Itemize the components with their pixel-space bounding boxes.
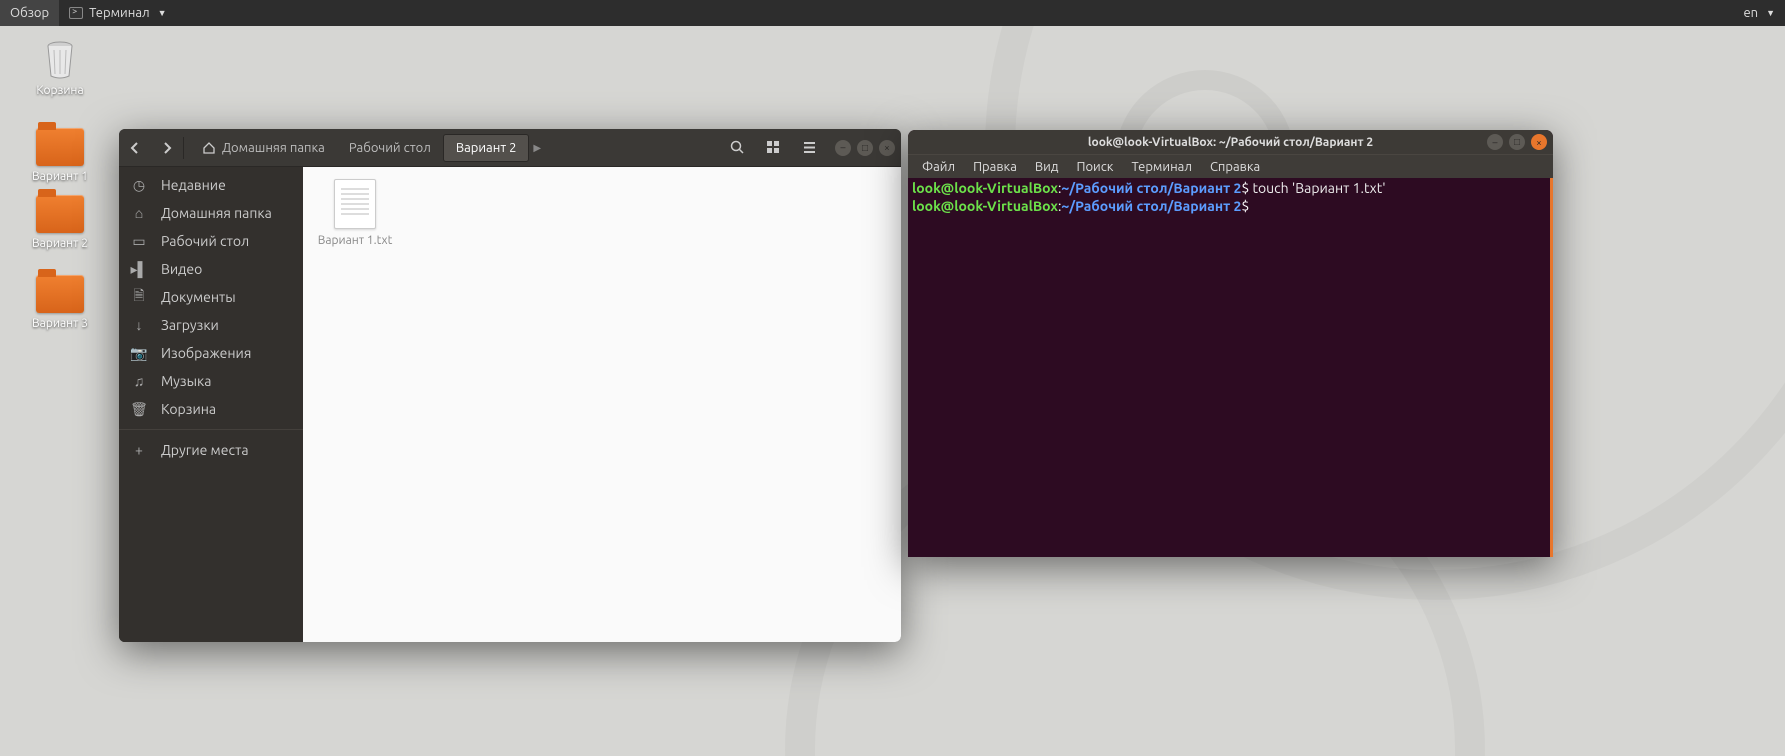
chevron-down-icon: ▼ <box>158 8 167 18</box>
text-file-icon <box>334 179 376 229</box>
view-toggle-button[interactable] <box>755 134 791 162</box>
file-item[interactable]: Вариант 1.txt <box>315 179 395 248</box>
terminal-app-button[interactable]: Терминал ▼ <box>59 0 176 26</box>
close-button[interactable]: × <box>879 140 895 156</box>
trash-icon <box>42 40 78 80</box>
chevron-down-icon: ▼ <box>1766 8 1775 18</box>
sidebar-item-label: Изображения <box>161 345 251 361</box>
desktop-icon-trash[interactable]: Корзина <box>15 40 105 97</box>
nav-back-button[interactable] <box>119 129 151 166</box>
menu-button[interactable] <box>791 134 827 162</box>
terminal-menubar: Файл Правка Вид Поиск Терминал Справка <box>908 154 1553 178</box>
sidebar-item-other-places[interactable]: + Другие места <box>119 436 303 464</box>
sidebar-item-home[interactable]: ⌂ Домашняя папка <box>119 199 303 227</box>
search-button[interactable] <box>719 134 755 162</box>
sidebar-item-desktop[interactable]: ▭ Рабочий стол <box>119 227 303 255</box>
sidebar-item-downloads[interactable]: ↓ Загрузки <box>119 311 303 339</box>
app-label: Терминал <box>89 6 149 20</box>
video-icon: ▸▌ <box>131 261 147 278</box>
sidebar-item-label: Недавние <box>161 177 226 193</box>
folder-icon <box>36 195 84 233</box>
divider <box>119 429 303 430</box>
breadcrumb-label: Вариант 2 <box>456 141 517 155</box>
download-icon: ↓ <box>131 317 147 333</box>
sidebar-item-label: Домашняя папка <box>161 205 272 221</box>
desktop-icon-folder-3[interactable]: Вариант 3 <box>15 275 105 330</box>
terminal-titlebar[interactable]: look@look-VirtualBox: ~/Рабочий стол/Вар… <box>908 130 1553 154</box>
files-sidebar: ◷Недавние ⌂Домашняя папка ▭Рабочий стол … <box>119 167 303 642</box>
clock-icon: ◷ <box>131 177 147 194</box>
nav-forward-button[interactable] <box>151 129 183 166</box>
trash-icon: 🗑 <box>131 401 147 418</box>
maximize-button[interactable]: □ <box>857 140 873 156</box>
sidebar-item-label: Музыка <box>161 373 211 389</box>
menu-search[interactable]: Поиск <box>1068 158 1121 176</box>
file-label: Вариант 1.txt <box>315 233 395 248</box>
minimize-button[interactable]: – <box>835 140 851 156</box>
desktop-icon-label: Вариант 1 <box>15 170 105 183</box>
close-button[interactable]: × <box>1531 134 1547 150</box>
terminal-title: look@look-VirtualBox: ~/Рабочий стол/Вар… <box>908 136 1553 149</box>
language-label: en <box>1743 6 1758 20</box>
menu-terminal[interactable]: Терминал <box>1123 158 1199 176</box>
desktop-icon: ▭ <box>131 233 147 250</box>
sidebar-item-trash[interactable]: 🗑 Корзина <box>119 395 303 423</box>
sidebar-item-videos[interactable]: ▸▌ Видео <box>119 255 303 283</box>
home-icon: ⌂ <box>131 205 147 221</box>
minimize-button[interactable]: – <box>1487 134 1503 150</box>
breadcrumb-item-current[interactable]: Вариант 2 <box>443 134 530 162</box>
menu-help[interactable]: Справка <box>1202 158 1268 176</box>
top-panel: Обзор Терминал ▼ en ▼ <box>0 0 1785 26</box>
sidebar-item-label: Загрузки <box>161 317 219 333</box>
files-window: Домашняя папка Рабочий стол Вариант 2 ▶ <box>119 129 901 642</box>
document-icon: 🗎 <box>131 285 147 309</box>
desktop-icon-folder-1[interactable]: Вариант 1 <box>15 128 105 183</box>
terminal-line: look@look-VirtualBox:~/Рабочий стол/Вари… <box>912 180 1546 198</box>
breadcrumb-item[interactable]: Рабочий стол <box>337 134 443 162</box>
plus-icon: + <box>131 442 147 458</box>
home-icon <box>202 141 216 155</box>
desktop-icon-label: Вариант 3 <box>15 317 105 330</box>
sidebar-item-label: Другие места <box>161 442 249 458</box>
breadcrumb: Домашняя папка Рабочий стол Вариант 2 ▶ <box>190 129 545 166</box>
divider <box>183 137 184 159</box>
overview-label: Обзор <box>10 6 49 20</box>
terminal-line: look@look-VirtualBox:~/Рабочий стол/Вари… <box>912 198 1546 216</box>
sidebar-item-label: Документы <box>161 289 236 305</box>
camera-icon: 📷 <box>131 345 147 362</box>
overview-button[interactable]: Обзор <box>0 0 59 26</box>
sidebar-item-music[interactable]: ♫ Музыка <box>119 367 303 395</box>
chevron-right-icon: ▶ <box>529 142 545 154</box>
terminal-body[interactable]: look@look-VirtualBox:~/Рабочий стол/Вари… <box>908 178 1553 557</box>
sidebar-item-recent[interactable]: ◷ Недавние <box>119 171 303 199</box>
folder-icon <box>36 275 84 313</box>
sidebar-item-label: Корзина <box>161 401 216 417</box>
desktop-icon-label: Вариант 2 <box>15 237 105 250</box>
sidebar-item-documents[interactable]: 🗎 Документы <box>119 283 303 311</box>
window-controls: – □ × <box>835 140 895 156</box>
breadcrumb-label: Рабочий стол <box>349 141 431 155</box>
music-icon: ♫ <box>131 373 147 389</box>
terminal-icon <box>69 7 83 19</box>
desktop-icon-folder-2[interactable]: Вариант 2 <box>15 195 105 250</box>
files-content[interactable]: Вариант 1.txt <box>303 167 901 642</box>
files-titlebar: Домашняя папка Рабочий стол Вариант 2 ▶ <box>119 129 901 167</box>
window-controls: – □ × <box>1487 134 1547 150</box>
sidebar-item-label: Рабочий стол <box>161 233 249 249</box>
menu-edit[interactable]: Правка <box>965 158 1025 176</box>
language-indicator[interactable]: en ▼ <box>1733 0 1785 26</box>
terminal-window: look@look-VirtualBox: ~/Рабочий стол/Вар… <box>908 130 1553 557</box>
breadcrumb-label: Домашняя папка <box>222 141 325 155</box>
menu-view[interactable]: Вид <box>1027 158 1067 176</box>
menu-file[interactable]: Файл <box>914 158 963 176</box>
folder-icon <box>36 128 84 166</box>
maximize-button[interactable]: □ <box>1509 134 1525 150</box>
sidebar-item-label: Видео <box>161 261 202 277</box>
breadcrumb-home[interactable]: Домашняя папка <box>190 134 337 162</box>
desktop-icon-label: Корзина <box>15 84 105 97</box>
sidebar-item-pictures[interactable]: 📷 Изображения <box>119 339 303 367</box>
